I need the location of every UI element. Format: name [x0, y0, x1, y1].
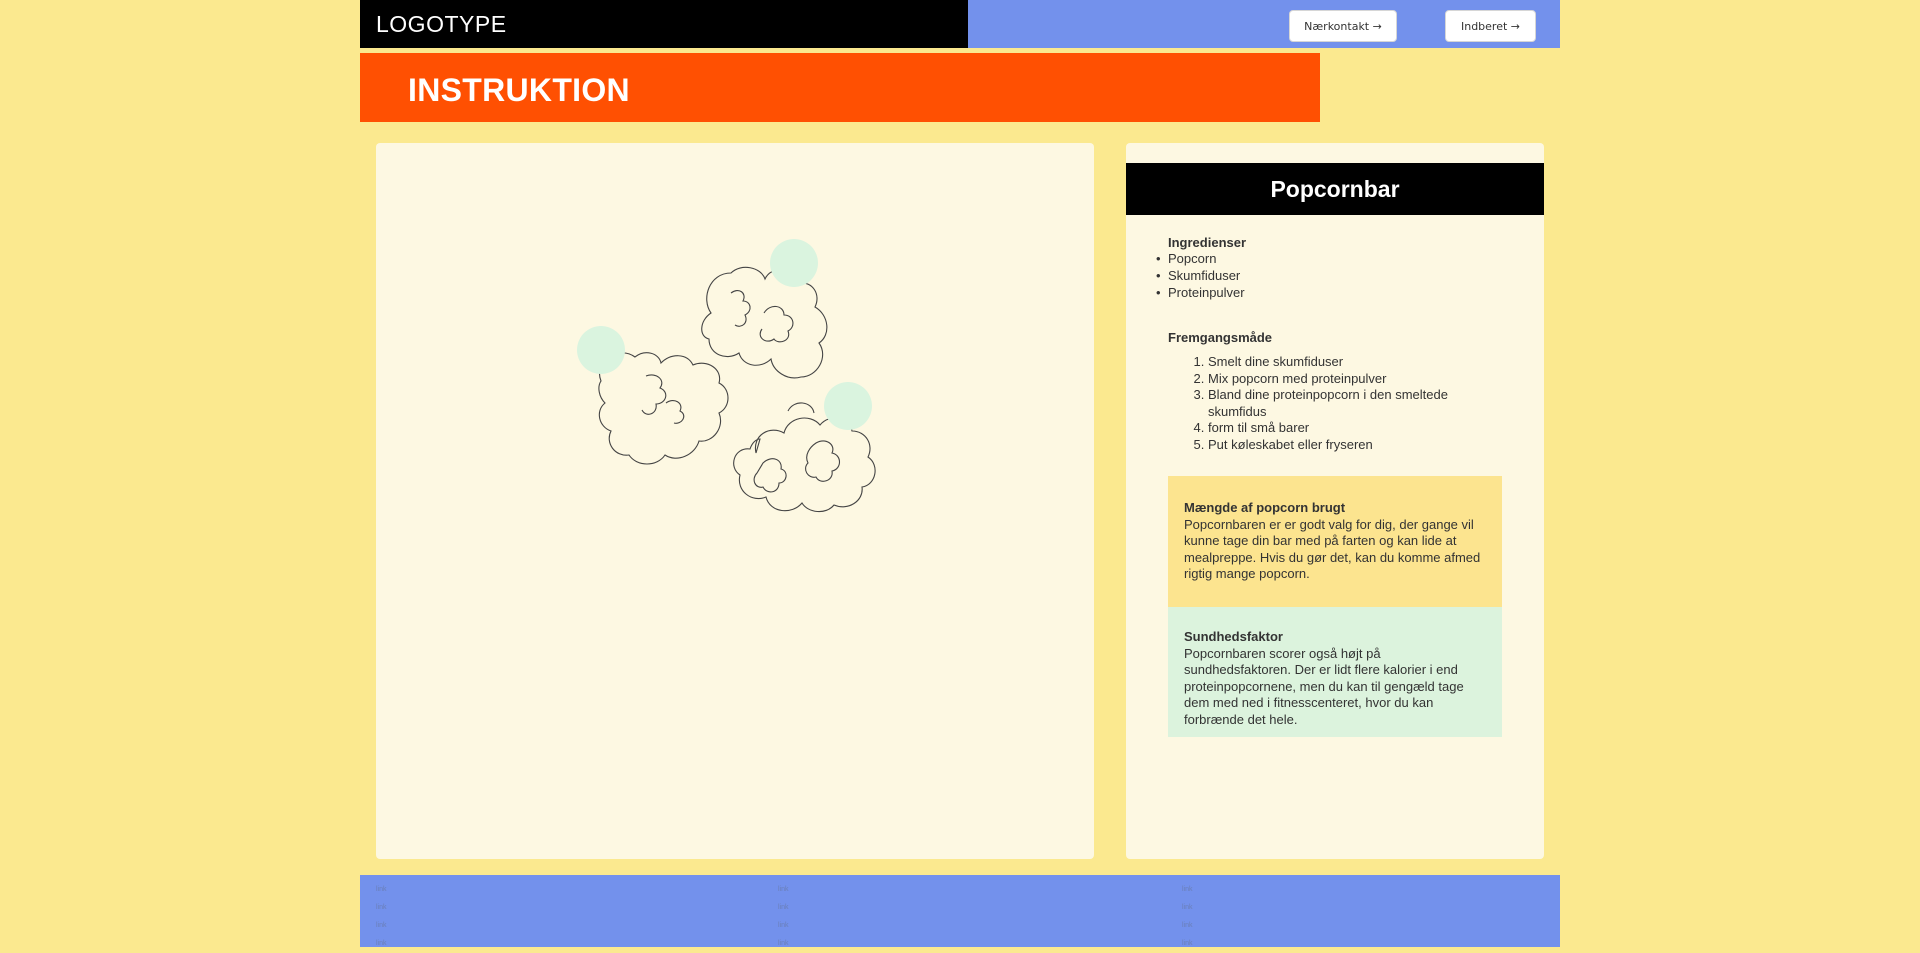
contact-button[interactable]: Nærkontakt →	[1289, 10, 1397, 42]
page-banner: INSTRUKTION	[360, 53, 1320, 122]
image-panel	[376, 143, 1094, 859]
mint-circle-top	[770, 239, 818, 287]
footer-link[interactable]: link	[376, 917, 387, 935]
header: LOGOTYPE Nærkontakt → Indberet →	[360, 0, 1560, 48]
logo[interactable]: LOGOTYPE	[376, 11, 507, 38]
ingredient-item: Popcorn	[1156, 250, 1246, 267]
popcorn-illustration	[577, 239, 876, 513]
ingredients-section: Ingredienser Popcorn Skumfiduser Protein…	[1156, 235, 1247, 301]
footer-column-3: link link link link	[1182, 881, 1193, 953]
ingredients-title: Ingredienser	[1168, 235, 1247, 250]
recipe-title-bar: Popcornbar	[1126, 163, 1544, 215]
method-title: Fremgangsmåde	[1168, 330, 1273, 345]
method-step: form til små barer	[1208, 420, 1468, 437]
ingredient-item: Proteinpulver	[1156, 284, 1246, 301]
method-step: Mix popcorn med proteinpulver	[1208, 371, 1468, 388]
report-button[interactable]: Indberet →	[1445, 10, 1536, 42]
footer-link[interactable]: link	[1182, 899, 1193, 917]
health-text: Popcornbaren scorer også højt på sundhed…	[1184, 645, 1464, 727]
popcorn-piece-top	[701, 266, 828, 379]
footer-link[interactable]: link	[376, 881, 387, 899]
method-step: Put køleskabet eller fryseren	[1208, 437, 1468, 454]
method-step: Smelt dine skumfiduser	[1208, 354, 1468, 371]
footer-column-2: link link link link	[778, 881, 789, 953]
footer-link[interactable]: link	[778, 935, 789, 953]
footer-link[interactable]: link	[778, 881, 789, 899]
ingredient-item: Skumfiduser	[1156, 267, 1246, 284]
logo-box: LOGOTYPE	[360, 0, 968, 48]
method-step: Bland dine proteinpopcorn i den smeltede…	[1208, 387, 1468, 420]
page-title: INSTRUKTION	[408, 72, 630, 108]
footer-link[interactable]: link	[1182, 935, 1193, 953]
recipe-panel: Popcornbar Ingredienser Popcorn Skumfidu…	[1126, 143, 1544, 859]
health-info-box: Sundhedsfaktor Popcornbaren scorer også …	[1168, 607, 1502, 737]
amount-title: Mængde af popcorn brugt	[1184, 500, 1346, 515]
footer: link link link link link link link link …	[360, 875, 1560, 947]
footer-link[interactable]: link	[778, 899, 789, 917]
ingredients-list: Popcorn Skumfiduser Proteinpulver	[1156, 250, 1246, 301]
popcorn-piece-left	[598, 352, 729, 465]
mint-circle-right	[824, 382, 872, 430]
footer-link[interactable]: link	[376, 899, 387, 917]
amount-info-box: Mængde af popcorn brugt Popcornbaren er …	[1168, 476, 1502, 607]
footer-link[interactable]: link	[778, 917, 789, 935]
health-title: Sundhedsfaktor	[1184, 629, 1283, 644]
footer-link[interactable]: link	[1182, 917, 1193, 935]
recipe-title: Popcornbar	[1270, 175, 1400, 202]
amount-text: Popcornbaren er er godt valg for dig, de…	[1184, 516, 1481, 582]
method-section: Fremgangsmåde Smelt dine skumfiduser Mix…	[1168, 330, 1468, 453]
footer-link[interactable]: link	[1182, 881, 1193, 899]
footer-column-1: link link link link	[376, 881, 387, 953]
footer-link[interactable]: link	[376, 935, 387, 953]
mint-circle-left	[577, 326, 625, 374]
method-steps: Smelt dine skumfiduser Mix popcorn med p…	[1168, 354, 1468, 453]
popcorn-piece-right	[733, 417, 876, 513]
